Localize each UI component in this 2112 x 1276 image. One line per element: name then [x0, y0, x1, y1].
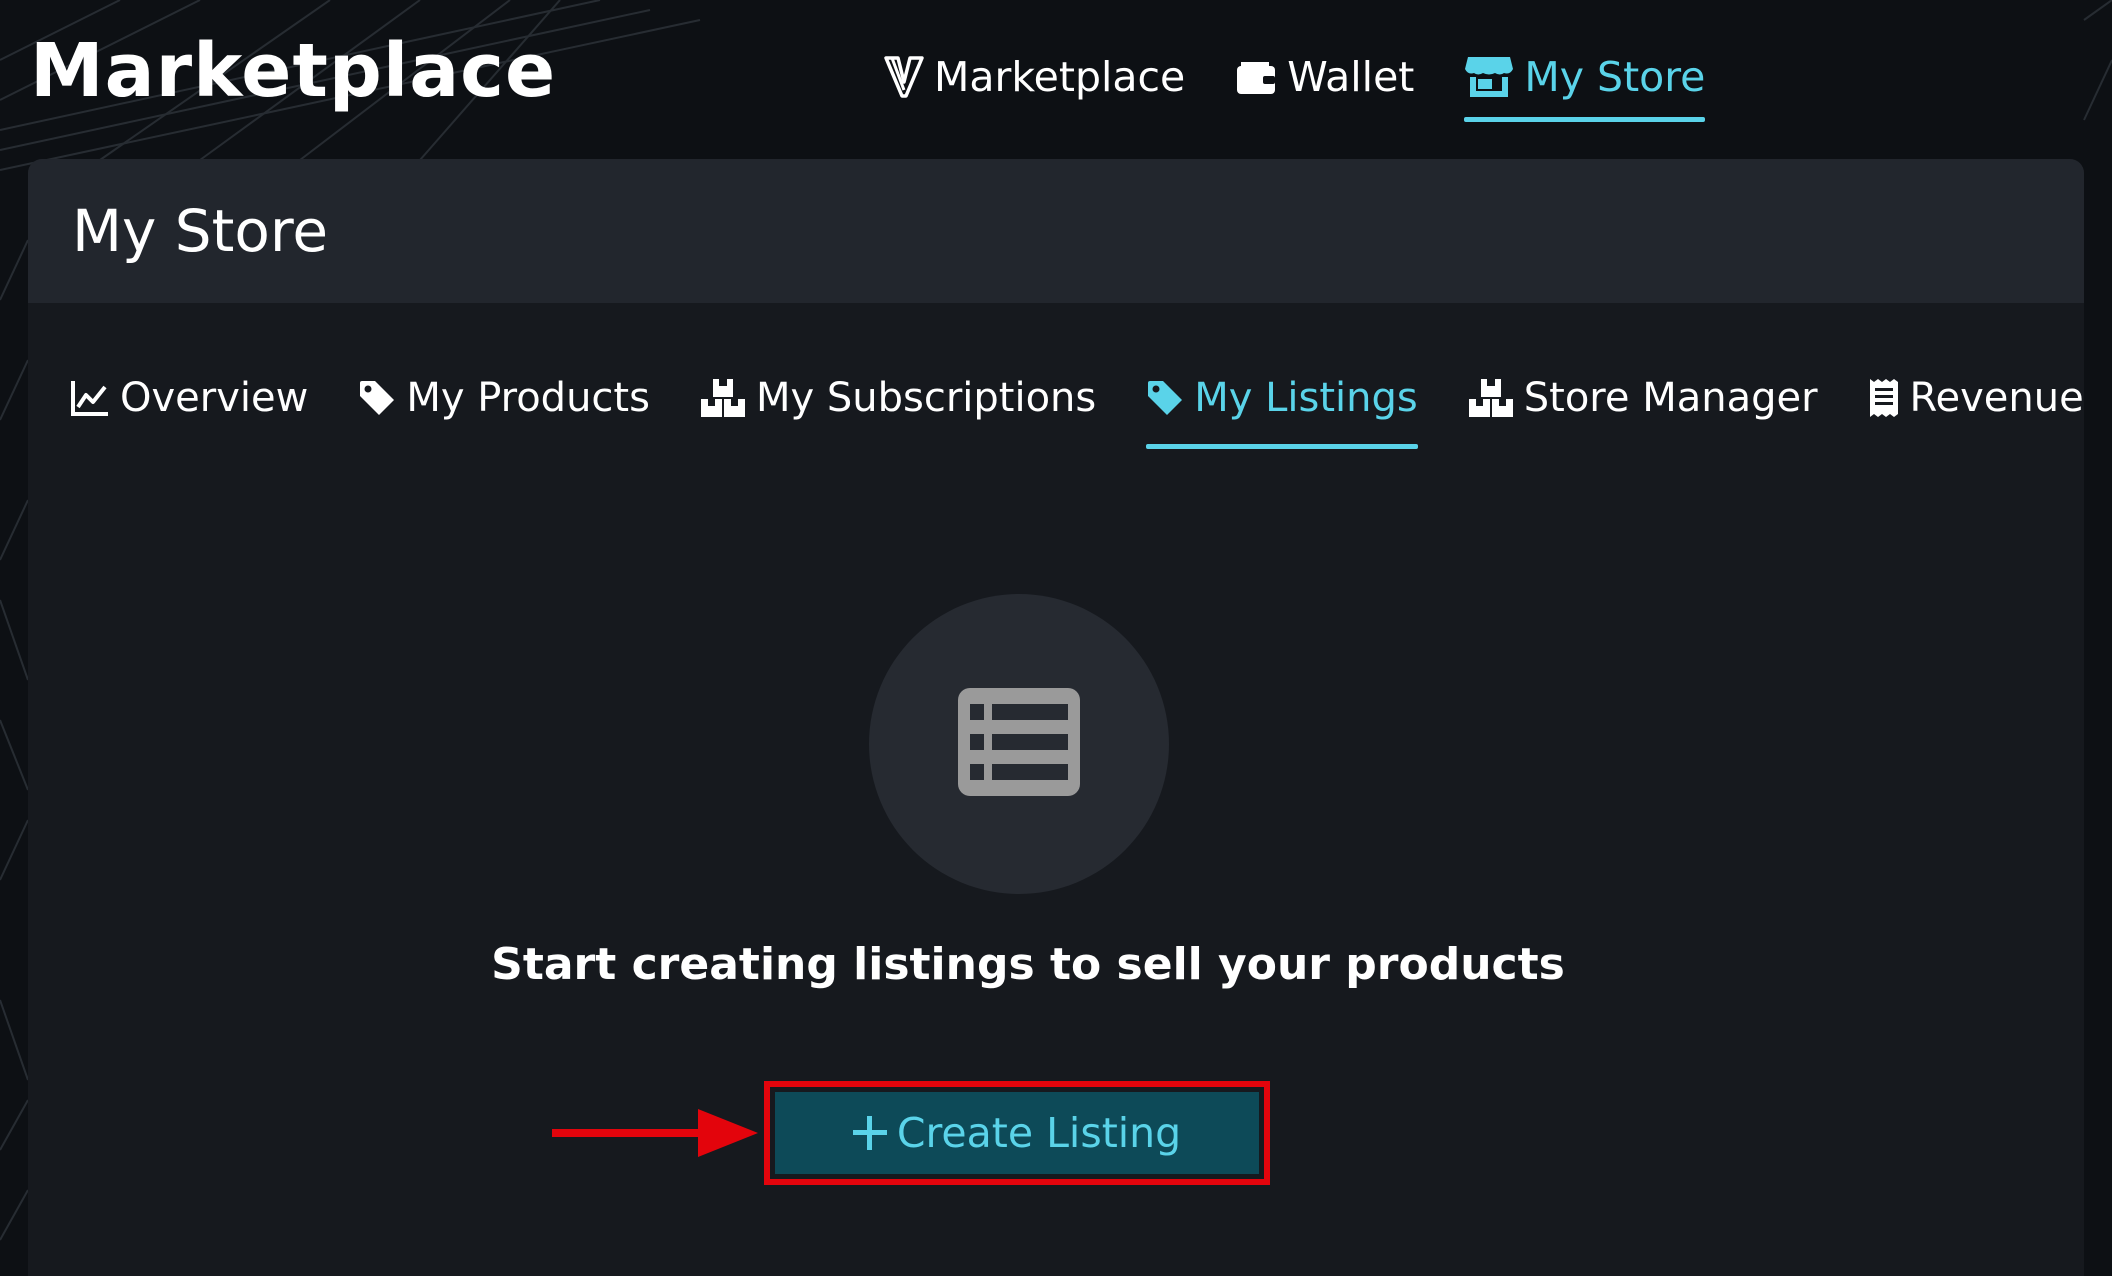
- empty-state-illustration: [869, 594, 1169, 894]
- tab-my-subscriptions-label: My Subscriptions: [755, 375, 1097, 421]
- tab-my-listings-label: My Listings: [1194, 375, 1418, 421]
- tab-my-products-label: My Products: [406, 375, 650, 421]
- top-nav-wallet[interactable]: Wallet: [1235, 44, 1414, 110]
- chart-line-icon: [70, 379, 110, 417]
- tag-icon: [358, 379, 396, 417]
- create-listing-button[interactable]: Create Listing: [775, 1092, 1259, 1174]
- top-nav-my-store-label: My Store: [1524, 53, 1706, 101]
- top-nav: Marketplace Wallet My Store: [884, 44, 1706, 124]
- highlight-frame: Create Listing: [764, 1081, 1270, 1185]
- tab-revenue-label: Revenue: [1909, 375, 2084, 421]
- receipt-icon: [1868, 377, 1900, 419]
- page-title: My Store: [72, 197, 329, 265]
- marketplace-screen: Marketplace Marketplace Wallet My Store …: [0, 0, 2112, 1276]
- tab-my-subscriptions[interactable]: My Subscriptions: [700, 361, 1096, 435]
- tab-my-products[interactable]: My Products: [358, 361, 650, 435]
- top-nav-wallet-label: Wallet: [1287, 53, 1415, 101]
- top-nav-marketplace[interactable]: Marketplace: [884, 44, 1185, 110]
- tab-store-manager[interactable]: Store Manager: [1468, 361, 1818, 435]
- wallet-icon: [1235, 58, 1277, 96]
- app-title: Marketplace: [30, 28, 557, 114]
- plus-icon: [852, 1108, 887, 1158]
- tab-revenue[interactable]: Revenue: [1868, 361, 2084, 435]
- boxes-icon: [700, 377, 746, 419]
- red-arrow-icon: [552, 1109, 758, 1157]
- tab-store-manager-label: Store Manager: [1523, 375, 1818, 421]
- tab-overview[interactable]: Overview: [70, 361, 308, 435]
- panel-header: My Store: [28, 159, 2084, 303]
- tab-overview-label: Overview: [120, 375, 309, 421]
- store-icon: [1464, 55, 1514, 99]
- store-tabs: Overview My Products My Subscriptions My…: [70, 361, 2084, 449]
- top-nav-marketplace-label: Marketplace: [934, 53, 1186, 101]
- v-logo-icon: [884, 56, 924, 98]
- tab-my-listings[interactable]: My Listings: [1146, 361, 1418, 449]
- my-store-panel: My Store Overview My Products My Subscri…: [28, 159, 2084, 1276]
- tag-icon: [1146, 379, 1184, 417]
- top-nav-my-store[interactable]: My Store: [1464, 44, 1706, 122]
- empty-state-message: Start creating listings to sell your pro…: [491, 939, 1565, 990]
- create-listing-label: Create Listing: [896, 1109, 1182, 1157]
- list-icon: [958, 688, 1080, 800]
- boxes-icon: [1468, 377, 1514, 419]
